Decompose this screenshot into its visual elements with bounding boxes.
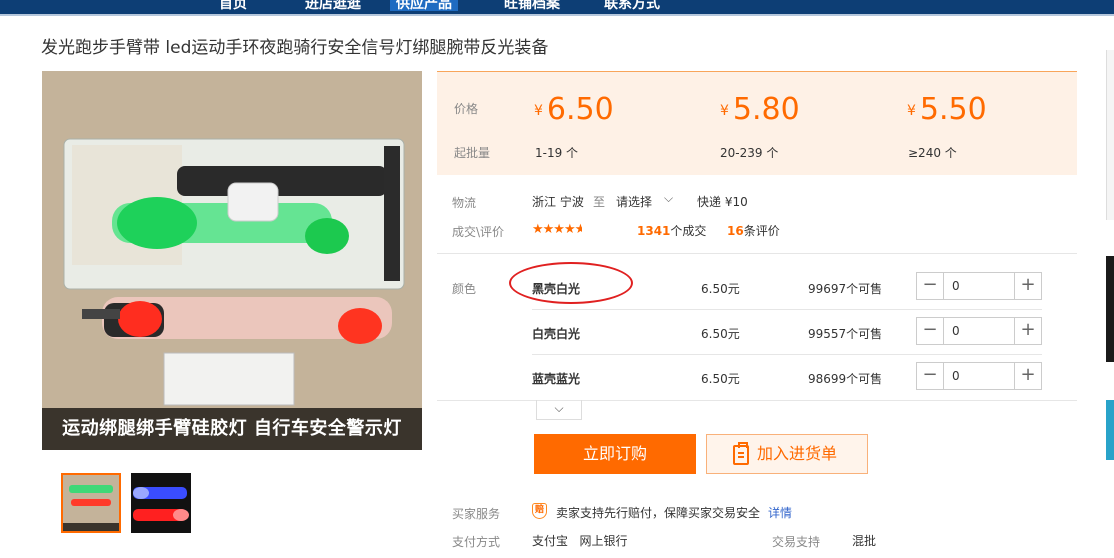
add-to-cart-label: 加入进货单 [757, 444, 838, 463]
nav-item-contact[interactable]: 联系方式 [604, 0, 660, 13]
quantity-stepper: − 0 + [916, 272, 1042, 300]
trade-label: 成交\评价 [452, 225, 505, 239]
logistics-label: 物流 [452, 196, 477, 210]
expand-variants-button[interactable]: ⌵ [536, 400, 582, 420]
price-tier-1: ¥6.50 [534, 92, 614, 127]
range-tier-1: 1-19 个 [535, 146, 579, 160]
variant-stock: 98699个可售 [808, 372, 883, 386]
price-tier-3: ¥5.50 [907, 92, 987, 127]
moq-label: 起批量 [454, 146, 491, 160]
add-to-cart-button[interactable]: 加入进货单 [706, 434, 868, 474]
trade-support-label: 交易支持 [772, 535, 821, 549]
shield-icon: 赔 [532, 503, 547, 519]
variant-name: 白壳白光 [532, 327, 581, 341]
price-tier-2: ¥5.80 [720, 92, 800, 127]
product-main-image[interactable]: 运动绑腿绑手臂硅胶灯 自行车安全警示灯 [42, 71, 422, 450]
divider [532, 354, 1042, 355]
thumbnail-2[interactable] [131, 473, 191, 533]
quantity-stepper: − 0 + [916, 317, 1042, 345]
nav-item-home[interactable]: 首页 [219, 0, 247, 13]
nav-item-archive[interactable]: 旺铺档案 [504, 0, 560, 13]
annotation-circle [509, 262, 633, 304]
clipboard-icon [733, 442, 749, 465]
product-photo [42, 71, 422, 408]
product-title: 发光跑步手臂带 led运动手环夜跑骑行安全信号灯绑腿腕带反光装备 [41, 38, 549, 58]
trade-support-value: 混批 [852, 534, 877, 548]
top-navigation: 首页 进店逛逛 供应产品 旺铺档案 联系方式 [0, 0, 1114, 16]
side-image-edge [1106, 256, 1114, 362]
variant-stock: 99557个可售 [808, 327, 883, 341]
express-fee: 快递 ¥10 [697, 195, 748, 209]
chevron-down-icon: ⌵ [554, 401, 564, 415]
minus-icon[interactable]: − [917, 273, 944, 299]
rating-stars-icon: ★★★★★ [532, 222, 582, 237]
variant-price: 6.50元 [701, 372, 740, 386]
variant-price: 6.50元 [701, 282, 740, 296]
reviews-count[interactable]: 16条评价 [727, 222, 780, 239]
chevron-down-icon[interactable]: ⌵ [664, 191, 673, 206]
variant-price: 6.50元 [701, 327, 740, 341]
payment-methods: 支付宝 网上银行 [532, 534, 628, 548]
divider [532, 309, 1042, 310]
price-label: 价格 [454, 102, 479, 116]
side-image-edge [1106, 400, 1114, 460]
nav-item-shop[interactable]: 进店逛逛 [305, 0, 361, 13]
logistics-origin: 浙江 宁波 [532, 195, 584, 209]
divider [437, 253, 1077, 254]
plus-icon[interactable]: + [1014, 273, 1041, 299]
price-panel: 价格 起批量 ¥6.50 ¥5.80 ¥5.50 1-19 个 20-239 个… [437, 71, 1077, 175]
quantity-stepper: − 0 + [916, 362, 1042, 390]
thumbnail-1[interactable] [61, 473, 121, 533]
image-caption: 运动绑腿绑手臂硅胶灯 自行车安全警示灯 [42, 408, 422, 450]
variant-stock: 99697个可售 [808, 282, 883, 296]
service-text: 卖家支持先行赔付，保障买家交易安全 [556, 506, 761, 520]
deals-count[interactable]: 1341个成交 [637, 222, 706, 239]
range-tier-3: ≥240 个 [908, 146, 957, 160]
quantity-input[interactable]: 0 [952, 369, 960, 383]
side-panel-edge [1106, 50, 1114, 220]
range-tier-2: 20-239 个 [720, 146, 779, 160]
logistics-to: 至 [593, 195, 606, 209]
buy-now-button[interactable]: 立即订购 [534, 434, 696, 474]
service-details-link[interactable]: 详情 [768, 504, 792, 521]
variant-name: 蓝壳蓝光 [532, 372, 581, 386]
color-label: 颜色 [452, 282, 477, 296]
minus-icon[interactable]: − [917, 318, 944, 344]
payment-label: 支付方式 [452, 535, 501, 549]
minus-icon[interactable]: − [917, 363, 944, 389]
plus-icon[interactable]: + [1014, 363, 1041, 389]
plus-icon[interactable]: + [1014, 318, 1041, 344]
service-label: 买家服务 [452, 507, 501, 521]
divider [437, 400, 1077, 401]
destination-select[interactable]: 请选择 [616, 193, 652, 210]
quantity-input[interactable]: 0 [952, 324, 960, 338]
nav-item-products[interactable]: 供应产品 [390, 0, 458, 12]
quantity-input[interactable]: 0 [952, 279, 960, 293]
